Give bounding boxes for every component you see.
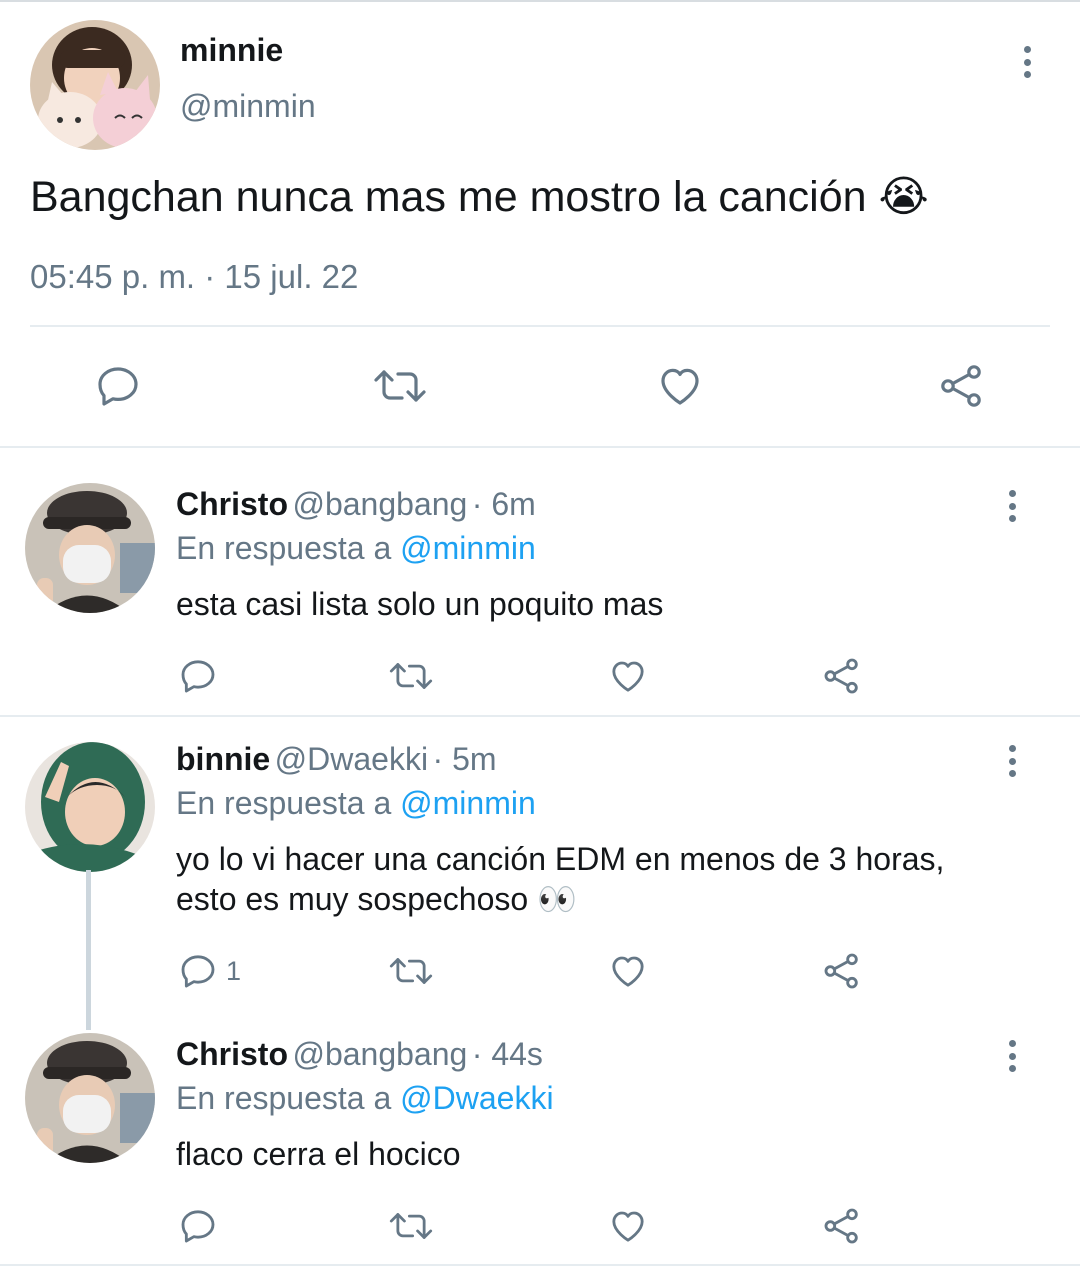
avatar-christo[interactable] — [25, 1033, 155, 1163]
reply-author-name[interactable]: binnie — [176, 741, 270, 777]
reply-button[interactable]: 1 — [178, 951, 241, 991]
reply-button[interactable] — [178, 1206, 226, 1246]
share-icon — [824, 1208, 858, 1244]
retweet-icon — [374, 370, 426, 402]
share-button[interactable] — [822, 1206, 862, 1246]
like-icon — [612, 956, 644, 987]
reply-author-name[interactable]: Christo — [176, 486, 288, 522]
reply-time: · 5m — [432, 741, 497, 777]
thread-line — [86, 870, 91, 1030]
reply-time: · 6m — [471, 486, 536, 522]
crying-emoji: 😭 — [878, 173, 929, 221]
reply-author-name[interactable]: Christo — [176, 1036, 288, 1072]
share-icon — [824, 658, 858, 694]
retweet-icon — [389, 958, 433, 984]
avatar-minnie[interactable] — [30, 20, 160, 150]
reply-context: En respuesta a @Dwaekki — [176, 1080, 554, 1117]
reply-icon — [181, 955, 215, 988]
tweet-text: Bangchan nunca mas me mostro la canción … — [30, 172, 929, 222]
share-icon — [941, 365, 981, 407]
more-options-icon[interactable] — [997, 1036, 1027, 1076]
share-icon — [824, 953, 858, 989]
retweet-button[interactable] — [388, 1206, 434, 1246]
share-button[interactable] — [822, 656, 862, 696]
like-icon — [612, 661, 644, 692]
like-icon — [612, 1211, 644, 1242]
reply-prefix: En respuesta a — [176, 785, 392, 821]
reply-text: esta casi lista solo un poquito mas — [176, 586, 664, 622]
reply-button[interactable] — [178, 656, 226, 696]
more-options-icon[interactable] — [1012, 42, 1042, 82]
more-options-icon[interactable] — [997, 486, 1027, 526]
reply-context: En respuesta a @minmin — [176, 530, 536, 567]
reply-icon — [181, 1210, 215, 1243]
reply-text-line: yo lo vi hacer una canción EDM en menos … — [176, 841, 945, 877]
reply-text-line: esto es muy sospechoso 👀 — [176, 881, 577, 917]
reply-author-handle[interactable]: @bangbang — [292, 486, 467, 522]
mention-link[interactable]: @minmin — [400, 785, 536, 821]
reply-header: Christo @bangbang · 44s — [176, 1036, 543, 1073]
tweet-timestamp[interactable]: 05:45 p. m. · 15 jul. 22 — [30, 258, 358, 296]
retweet-button[interactable] — [372, 362, 428, 410]
reply-author-handle[interactable]: @Dwaekki — [275, 741, 428, 777]
share-button[interactable] — [822, 951, 862, 991]
reply-author-handle[interactable]: @bangbang — [292, 1036, 467, 1072]
reply-text: flaco cerra el hocico — [176, 1136, 461, 1172]
avatar-christo[interactable] — [25, 483, 155, 613]
like-icon — [661, 368, 699, 405]
tweet-text-content: Bangchan nunca mas me mostro la canción — [30, 173, 867, 221]
reply-header: Christo @bangbang · 6m — [176, 486, 536, 523]
reply-count: 1 — [226, 955, 242, 986]
author-handle[interactable]: @minmin — [180, 88, 316, 125]
avatar-binnie[interactable] — [25, 742, 155, 872]
like-button[interactable] — [608, 1206, 648, 1246]
reply-prefix: En respuesta a — [176, 530, 392, 566]
divider — [30, 325, 1050, 327]
top-border — [0, 0, 1080, 2]
reply-prefix: En respuesta a — [176, 1080, 392, 1116]
section-divider — [0, 715, 1080, 717]
reply-context: En respuesta a @minmin — [176, 785, 536, 822]
like-button[interactable] — [656, 362, 704, 410]
reply-header: binnie @Dwaekki · 5m — [176, 741, 497, 778]
reply-icon — [98, 367, 138, 406]
reply-time: · 44s — [471, 1036, 543, 1072]
mention-link[interactable]: @minmin — [400, 530, 536, 566]
reply-icon — [181, 660, 215, 693]
retweet-icon — [389, 1213, 433, 1239]
share-button[interactable] — [938, 362, 986, 410]
retweet-icon — [389, 663, 433, 689]
more-options-icon[interactable] — [997, 741, 1027, 781]
retweet-button[interactable] — [388, 951, 434, 991]
author-name[interactable]: minnie — [180, 32, 283, 69]
reply-button[interactable] — [94, 362, 142, 410]
bottom-divider — [0, 1264, 1080, 1266]
like-button[interactable] — [608, 656, 648, 696]
section-divider — [0, 446, 1080, 448]
mention-link[interactable]: @Dwaekki — [400, 1080, 553, 1116]
retweet-button[interactable] — [388, 656, 434, 696]
like-button[interactable] — [608, 951, 648, 991]
